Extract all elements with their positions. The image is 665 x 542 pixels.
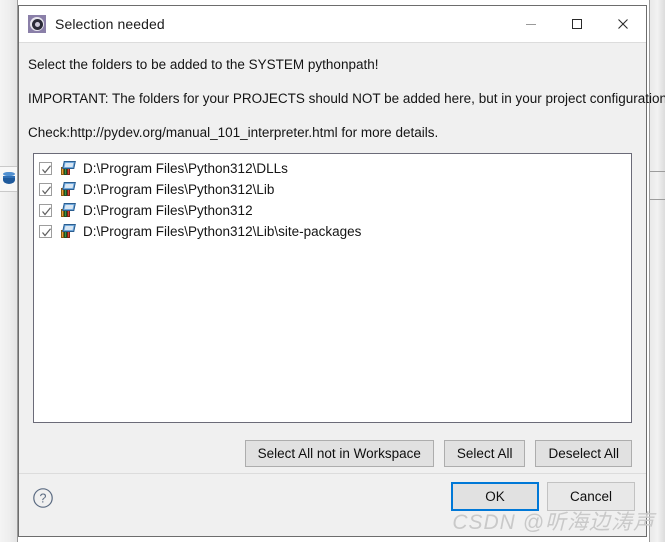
checkbox-checked[interactable] [39,161,52,175]
close-button[interactable] [600,6,646,42]
selection-actions: Select All not in Workspace Select All D… [19,439,632,467]
check-icon [42,186,51,195]
close-icon [618,19,628,29]
list-item-label: D:\Program Files\Python312\Lib [83,181,275,197]
window-controls [508,6,646,42]
check-icon [42,207,51,216]
library-folder-icon [60,202,77,218]
cancel-button[interactable]: Cancel [547,482,635,511]
list-item-label: D:\Program Files\Python312\Lib\site-pack… [83,223,362,239]
selection-needed-dialog: Selection needed Select the folders to b… [18,5,665,537]
background-window-left [0,0,18,542]
maximize-icon [572,19,582,29]
select-all-button[interactable]: Select All [443,439,526,467]
dialog-footer: ? OK Cancel [19,473,646,536]
library-folder-icon [60,181,77,197]
minimize-icon [526,24,536,25]
deselect-all-button[interactable]: Deselect All [535,439,632,467]
checkbox-checked[interactable] [39,203,52,217]
background-divider [650,199,665,200]
title-bar: Selection needed [19,6,646,42]
background-window-right [649,0,665,542]
checkbox-checked[interactable] [39,224,52,238]
library-folder-icon [60,223,77,239]
list-item[interactable]: D:\Program Files\Python312\DLLs [34,158,631,179]
check-icon [42,165,51,174]
footer-actions: OK Cancel [451,482,635,511]
ok-button[interactable]: OK [451,482,539,511]
screen: Selection needed Select the folders to b… [0,0,665,542]
maximize-button[interactable] [554,6,600,42]
checkbox-checked[interactable] [39,182,52,196]
library-folder-icon [60,160,77,176]
message-line-2: IMPORTANT: The folders for your PROJECTS… [28,90,665,106]
folder-list[interactable]: D:\Program Files\Python312\DLLs D:\Progr… [33,152,632,423]
dialog-body: Select the folders to be added to the SY… [19,43,665,536]
check-icon [42,228,51,237]
select-all-not-in-workspace-button[interactable]: Select All not in Workspace [244,439,434,467]
database-icon [3,172,15,185]
list-item-label: D:\Program Files\Python312\DLLs [83,160,288,176]
message-line-1: Select the folders to be added to the SY… [28,57,379,72]
svg-text:?: ? [40,492,47,506]
minimize-button[interactable] [508,6,554,42]
list-item[interactable]: D:\Program Files\Python312\Lib [34,179,631,200]
message-block: Select the folders to be added to the SY… [19,43,665,142]
message-line-3: Check:http://pydev.org/manual_101_interp… [28,124,439,140]
background-divider [650,171,665,172]
window-title: Selection needed [55,16,165,32]
help-icon[interactable]: ? [32,487,54,509]
pydev-gear-icon [28,15,46,33]
list-item[interactable]: D:\Program Files\Python312\Lib\site-pack… [34,221,631,242]
list-item[interactable]: D:\Program Files\Python312 [34,200,631,221]
list-item-label: D:\Program Files\Python312 [83,202,253,218]
